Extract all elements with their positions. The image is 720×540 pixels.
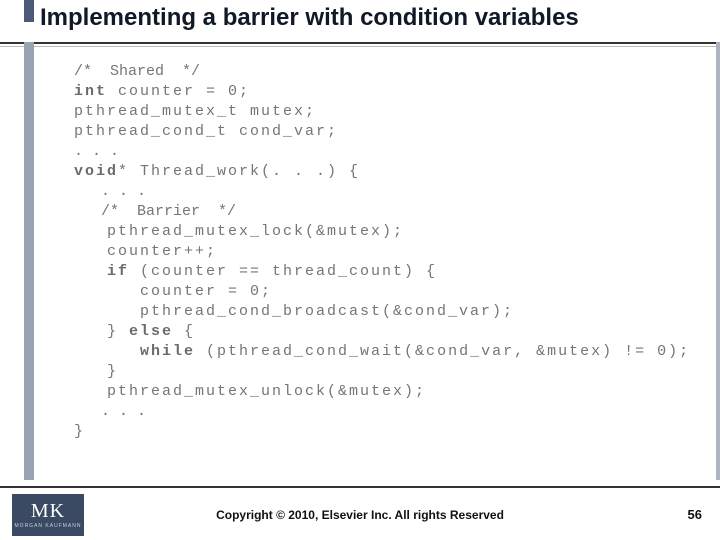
code-line: }	[74, 323, 129, 340]
footer: MK MORGAN KAUFMANN Copyright © 2010, Els…	[0, 488, 720, 540]
code-line: pthread_mutex_lock(&mutex);	[74, 223, 404, 240]
code-line: counter = 0;	[107, 83, 250, 100]
title-underline	[0, 42, 720, 44]
code-keyword-while: while	[74, 343, 195, 360]
right-rail	[716, 42, 720, 480]
logo-subtext: MORGAN KAUFMANN	[15, 523, 82, 529]
code-line: . . .	[74, 403, 146, 420]
code-line: pthread_cond_broadcast(&cond_var);	[74, 303, 514, 320]
code-line: * Thread_work(. . .) {	[118, 163, 360, 180]
code-line: counter = 0;	[74, 283, 272, 300]
code-line: . . .	[74, 143, 119, 160]
code-line: pthread_mutex_unlock(&mutex);	[74, 383, 426, 400]
code-keyword-void: void	[74, 163, 118, 180]
code-line: . . .	[74, 183, 146, 200]
code-keyword-else: else	[129, 323, 173, 340]
code-line: (counter == thread_count) {	[129, 263, 437, 280]
code-line: /* Barrier */	[74, 203, 236, 220]
left-rail	[24, 42, 34, 480]
copyright-text: Copyright © 2010, Elsevier Inc. All righ…	[0, 508, 720, 522]
code-line: }	[74, 363, 118, 380]
top-accent	[24, 0, 34, 22]
page-number: 56	[688, 507, 702, 522]
title-underline-2	[0, 46, 720, 47]
code-block: /* Shared */ int counter = 0; pthread_mu…	[74, 62, 680, 442]
code-line: {	[173, 323, 195, 340]
code-line: (pthread_cond_wait(&cond_var, &mutex) !=…	[195, 343, 690, 360]
code-line: counter++;	[74, 243, 217, 260]
slide-title: Implementing a barrier with condition va…	[40, 4, 710, 32]
code-keyword-int: int	[74, 83, 107, 100]
code-keyword-if: if	[74, 263, 129, 280]
code-line: pthread_cond_t cond_var;	[74, 123, 338, 140]
slide: Implementing a barrier with condition va…	[0, 0, 720, 540]
code-line: }	[74, 423, 83, 440]
code-line: pthread_mutex_t mutex;	[74, 103, 316, 120]
code-line: /* Shared */	[74, 63, 200, 80]
